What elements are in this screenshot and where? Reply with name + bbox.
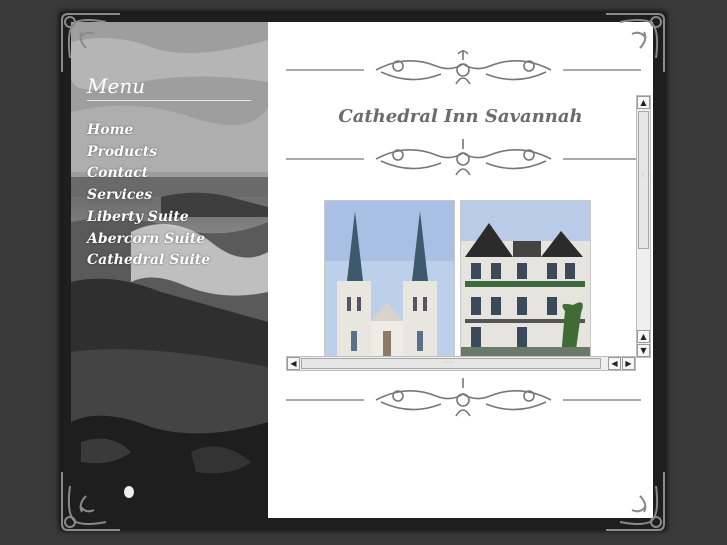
ornament-divider-top bbox=[286, 44, 641, 94]
nav-item-services[interactable]: Services bbox=[87, 185, 210, 207]
ornament-divider-middle bbox=[286, 135, 641, 185]
nav-item-cathedral-suite[interactable]: Cathedral Suite bbox=[87, 250, 210, 272]
sidebar: Menu Home Products Contact Services Libe… bbox=[71, 22, 268, 518]
content-panel: Cathedral Inn Savannah ▲ ⋮⋮ ▲ ▼ ◀ ⋯⋯ ◀ ▶ bbox=[268, 22, 653, 518]
grip-icon: ⋮⋮ bbox=[640, 172, 652, 179]
cathedral-photo[interactable] bbox=[324, 200, 455, 356]
menu-divider bbox=[87, 100, 251, 101]
nav-item-contact[interactable]: Contact bbox=[87, 163, 210, 185]
nav-item-home[interactable]: Home bbox=[87, 120, 210, 142]
nav-item-liberty-suite[interactable]: Liberty Suite bbox=[87, 207, 210, 229]
vertical-scrollbar[interactable]: ▲ ⋮⋮ ▲ ▼ bbox=[636, 95, 652, 358]
victorian-house-photo[interactable] bbox=[460, 200, 591, 356]
scroll-up-button[interactable]: ▲ bbox=[637, 96, 650, 109]
horizontal-scroll-thumb[interactable]: ⋯⋯ bbox=[301, 358, 601, 369]
scroll-right-button[interactable]: ▶ bbox=[622, 357, 635, 370]
corner-flourish-icon bbox=[600, 8, 670, 78]
photo-gallery[interactable] bbox=[286, 200, 624, 356]
nav-item-products[interactable]: Products bbox=[87, 142, 210, 164]
scroll-up-button-lower[interactable]: ▲ bbox=[637, 330, 650, 343]
nav-menu: Home Products Contact Services Liberty S… bbox=[87, 120, 210, 272]
ornament-divider-bottom bbox=[286, 374, 641, 424]
scroll-down-button[interactable]: ▼ bbox=[637, 344, 650, 357]
page-title: Cathedral Inn Savannah bbox=[338, 106, 583, 127]
corner-flourish-icon bbox=[600, 466, 670, 536]
scroll-left-button[interactable]: ◀ bbox=[287, 357, 300, 370]
horizontal-scrollbar[interactable]: ◀ ⋯⋯ ◀ ▶ bbox=[286, 356, 636, 371]
grip-icon: ⋯⋯ bbox=[442, 359, 454, 366]
nav-item-abercorn-suite[interactable]: Abercorn Suite bbox=[87, 229, 210, 251]
scroll-left-button-right[interactable]: ◀ bbox=[608, 357, 621, 370]
corner-flourish-icon bbox=[56, 466, 126, 536]
corner-flourish-icon bbox=[56, 8, 126, 78]
vertical-scroll-thumb[interactable]: ⋮⋮ bbox=[638, 111, 652, 249]
